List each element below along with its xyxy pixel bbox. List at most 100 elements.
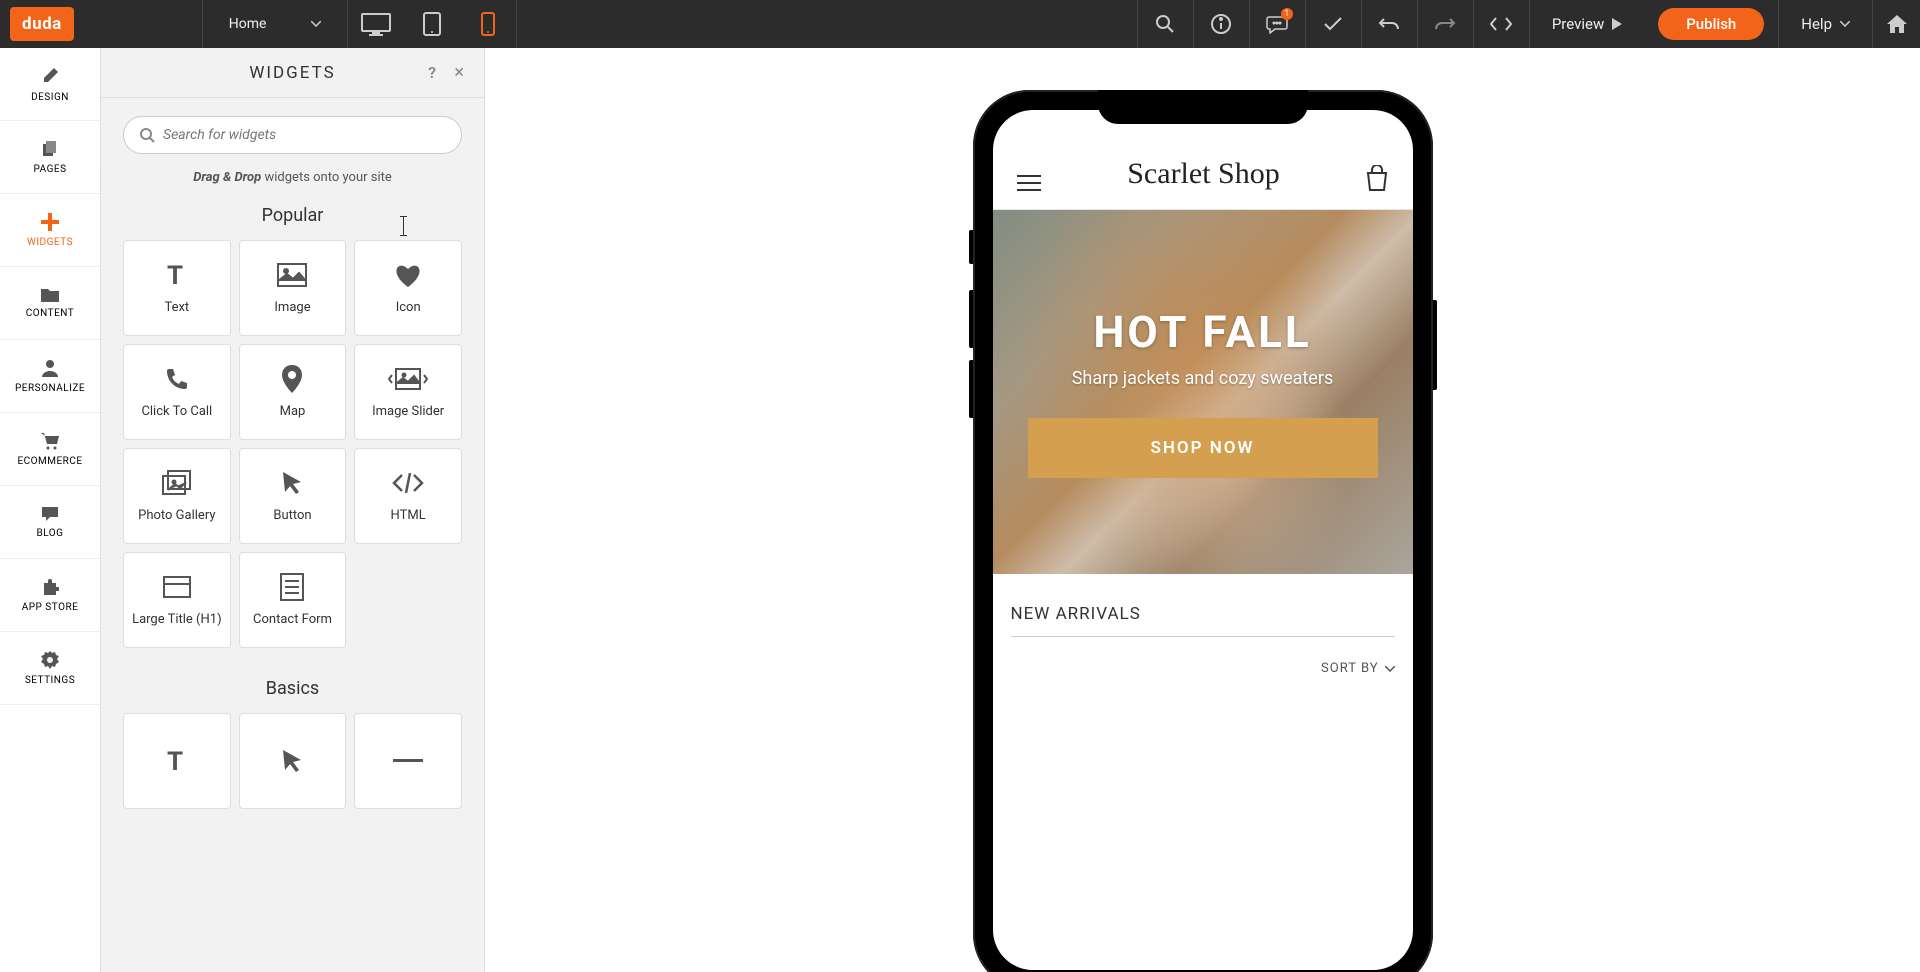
form-icon [280,572,304,602]
menu-button[interactable] [1017,175,1041,191]
hero-title: HOT FALL [1093,306,1311,358]
help-dropdown[interactable]: Help [1778,0,1872,48]
top-bar: duda Home 1 [0,0,1920,48]
pages-icon [41,140,59,158]
pointer-icon [279,746,305,776]
done-button[interactable] [1305,0,1361,48]
sidebar-item-appstore[interactable]: APP STORE [0,559,100,632]
widgets-close-button[interactable]: × [454,62,464,83]
search-button[interactable] [1137,0,1193,48]
code-icon [392,468,424,498]
redo-button[interactable] [1417,0,1473,48]
preview-button[interactable]: Preview [1529,0,1644,48]
chevron-down-icon [1840,21,1850,27]
mobile-device-button[interactable] [460,0,516,48]
widget-basics-divider[interactable] [354,713,462,809]
sidebar-item-label: PERSONALIZE [15,383,85,394]
section-title-popular: Popular [123,205,462,226]
folder-icon [41,287,59,302]
widget-label: Click To Call [137,404,216,420]
sidebar-item-label: ECOMMERCE [17,456,82,467]
map-pin-icon [282,364,302,394]
editor-canvas: Scarlet Shop HOT FALL Sharp jackets and … [485,48,1920,972]
page-selector-label: Home [229,16,267,32]
shop-now-button[interactable]: SHOP NOW [1028,418,1378,478]
text-icon: T [164,260,190,290]
slider-icon [388,364,428,394]
widget-label: Contact Form [249,612,336,628]
page-selector-dropdown[interactable]: Home [202,0,348,48]
sidebar-item-ecommerce[interactable]: ECOMMERCE [0,413,100,486]
sidebar-item-label: PAGES [33,164,66,175]
widget-button[interactable]: Button [239,448,347,544]
widget-search-wrap[interactable] [123,116,462,154]
svg-text:T: T [167,262,183,288]
new-arrivals-section[interactable]: NEW ARRIVALS SORT BY [993,574,1413,676]
basics-widget-grid: T [123,713,462,809]
sidebar-item-content[interactable]: CONTENT [0,267,100,340]
widget-label: HTML [387,508,430,524]
dashboard-home-button[interactable] [1872,0,1920,48]
title-icon [163,572,191,602]
device-switcher [348,0,517,48]
widget-label: Text [160,300,193,316]
person-icon [42,359,58,377]
left-sidebar: DESIGN PAGES WIDGETS CONTENT PERSONALIZE… [0,48,101,972]
section-title-basics: Basics [123,678,462,699]
text-cursor-icon [403,216,404,236]
chat-icon [41,506,59,522]
phone-icon [165,364,189,394]
sort-by-dropdown[interactable]: SORT BY [1011,661,1395,676]
hero-section[interactable]: HOT FALL Sharp jackets and cozy sweaters… [993,210,1413,574]
dragdrop-hint: Drag & Drop widgets onto your site [123,170,462,185]
search-icon [140,128,155,143]
widget-icon[interactable]: Icon [354,240,462,336]
widget-image-slider[interactable]: Image Slider [354,344,462,440]
widget-search-input[interactable] [163,127,445,143]
tablet-device-button[interactable] [404,0,460,48]
chevron-down-icon [311,21,321,27]
site-header: Scarlet Shop [993,110,1413,210]
sidebar-item-pages[interactable]: PAGES [0,121,100,194]
widgets-panel-header: WIDGETS ? × [101,48,484,98]
text-icon: T [164,746,190,776]
info-button[interactable] [1193,0,1249,48]
publish-button[interactable]: Publish [1658,8,1764,40]
desktop-device-button[interactable] [348,0,404,48]
site-preview[interactable]: Scarlet Shop HOT FALL Sharp jackets and … [993,110,1413,970]
widget-html[interactable]: HTML [354,448,462,544]
widget-label: Icon [392,300,425,316]
pointer-icon [279,468,305,498]
devmode-button[interactable] [1473,0,1529,48]
undo-button[interactable] [1361,0,1417,48]
widgets-panel: WIDGETS ? × Drag & Drop widgets onto you… [101,48,485,972]
sidebar-item-settings[interactable]: SETTINGS [0,632,100,705]
widget-text[interactable]: T Text [123,240,231,336]
widget-large-title[interactable]: Large Title (H1) [123,552,231,648]
phone-side-button [969,360,973,418]
widget-contact-form[interactable]: Contact Form [239,552,347,648]
phone-notch [1098,90,1308,124]
widget-basics-text[interactable]: T [123,713,231,809]
widget-label: Photo Gallery [134,508,219,524]
cart-icon[interactable] [1366,165,1388,191]
widgets-help-button[interactable]: ? [428,63,436,82]
widget-image[interactable]: Image [239,240,347,336]
sidebar-item-blog[interactable]: BLOG [0,486,100,559]
sidebar-item-widgets[interactable]: WIDGETS [0,194,100,267]
widget-click-to-call[interactable]: Click To Call [123,344,231,440]
site-logo: Scarlet Shop [1127,157,1279,191]
preview-label: Preview [1552,15,1604,33]
sidebar-item-personalize[interactable]: PERSONALIZE [0,340,100,413]
gear-icon [41,651,59,669]
widget-basics-button[interactable] [239,713,347,809]
comments-button[interactable]: 1 [1249,0,1305,48]
sort-by-label: SORT BY [1321,661,1378,676]
widget-photo-gallery[interactable]: Photo Gallery [123,448,231,544]
sidebar-item-design[interactable]: DESIGN [0,48,100,121]
sidebar-item-label: SETTINGS [25,675,75,686]
help-label: Help [1801,15,1832,33]
widget-map[interactable]: Map [239,344,347,440]
phone-frame: Scarlet Shop HOT FALL Sharp jackets and … [973,90,1433,972]
puzzle-icon [41,578,59,596]
